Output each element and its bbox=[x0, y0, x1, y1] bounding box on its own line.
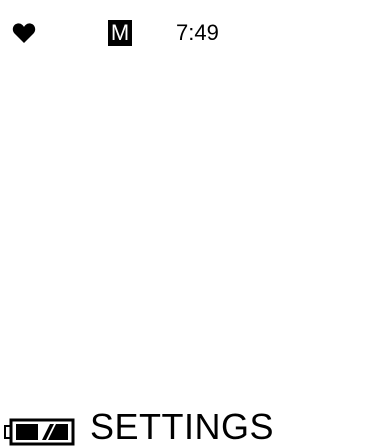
clock-time: 7:49 bbox=[176, 20, 219, 45]
screen-title: SETTINGS bbox=[90, 406, 275, 447]
screen-footer: SETTINGS bbox=[0, 200, 379, 447]
status-bar: M 7:49 bbox=[0, 0, 379, 60]
heart-icon bbox=[12, 22, 36, 44]
battery-icon bbox=[4, 416, 76, 446]
mode-badge: M bbox=[108, 20, 132, 46]
battery-fill bbox=[16, 424, 38, 440]
device-screen: M 7:49 SETTINGS bbox=[0, 0, 379, 447]
